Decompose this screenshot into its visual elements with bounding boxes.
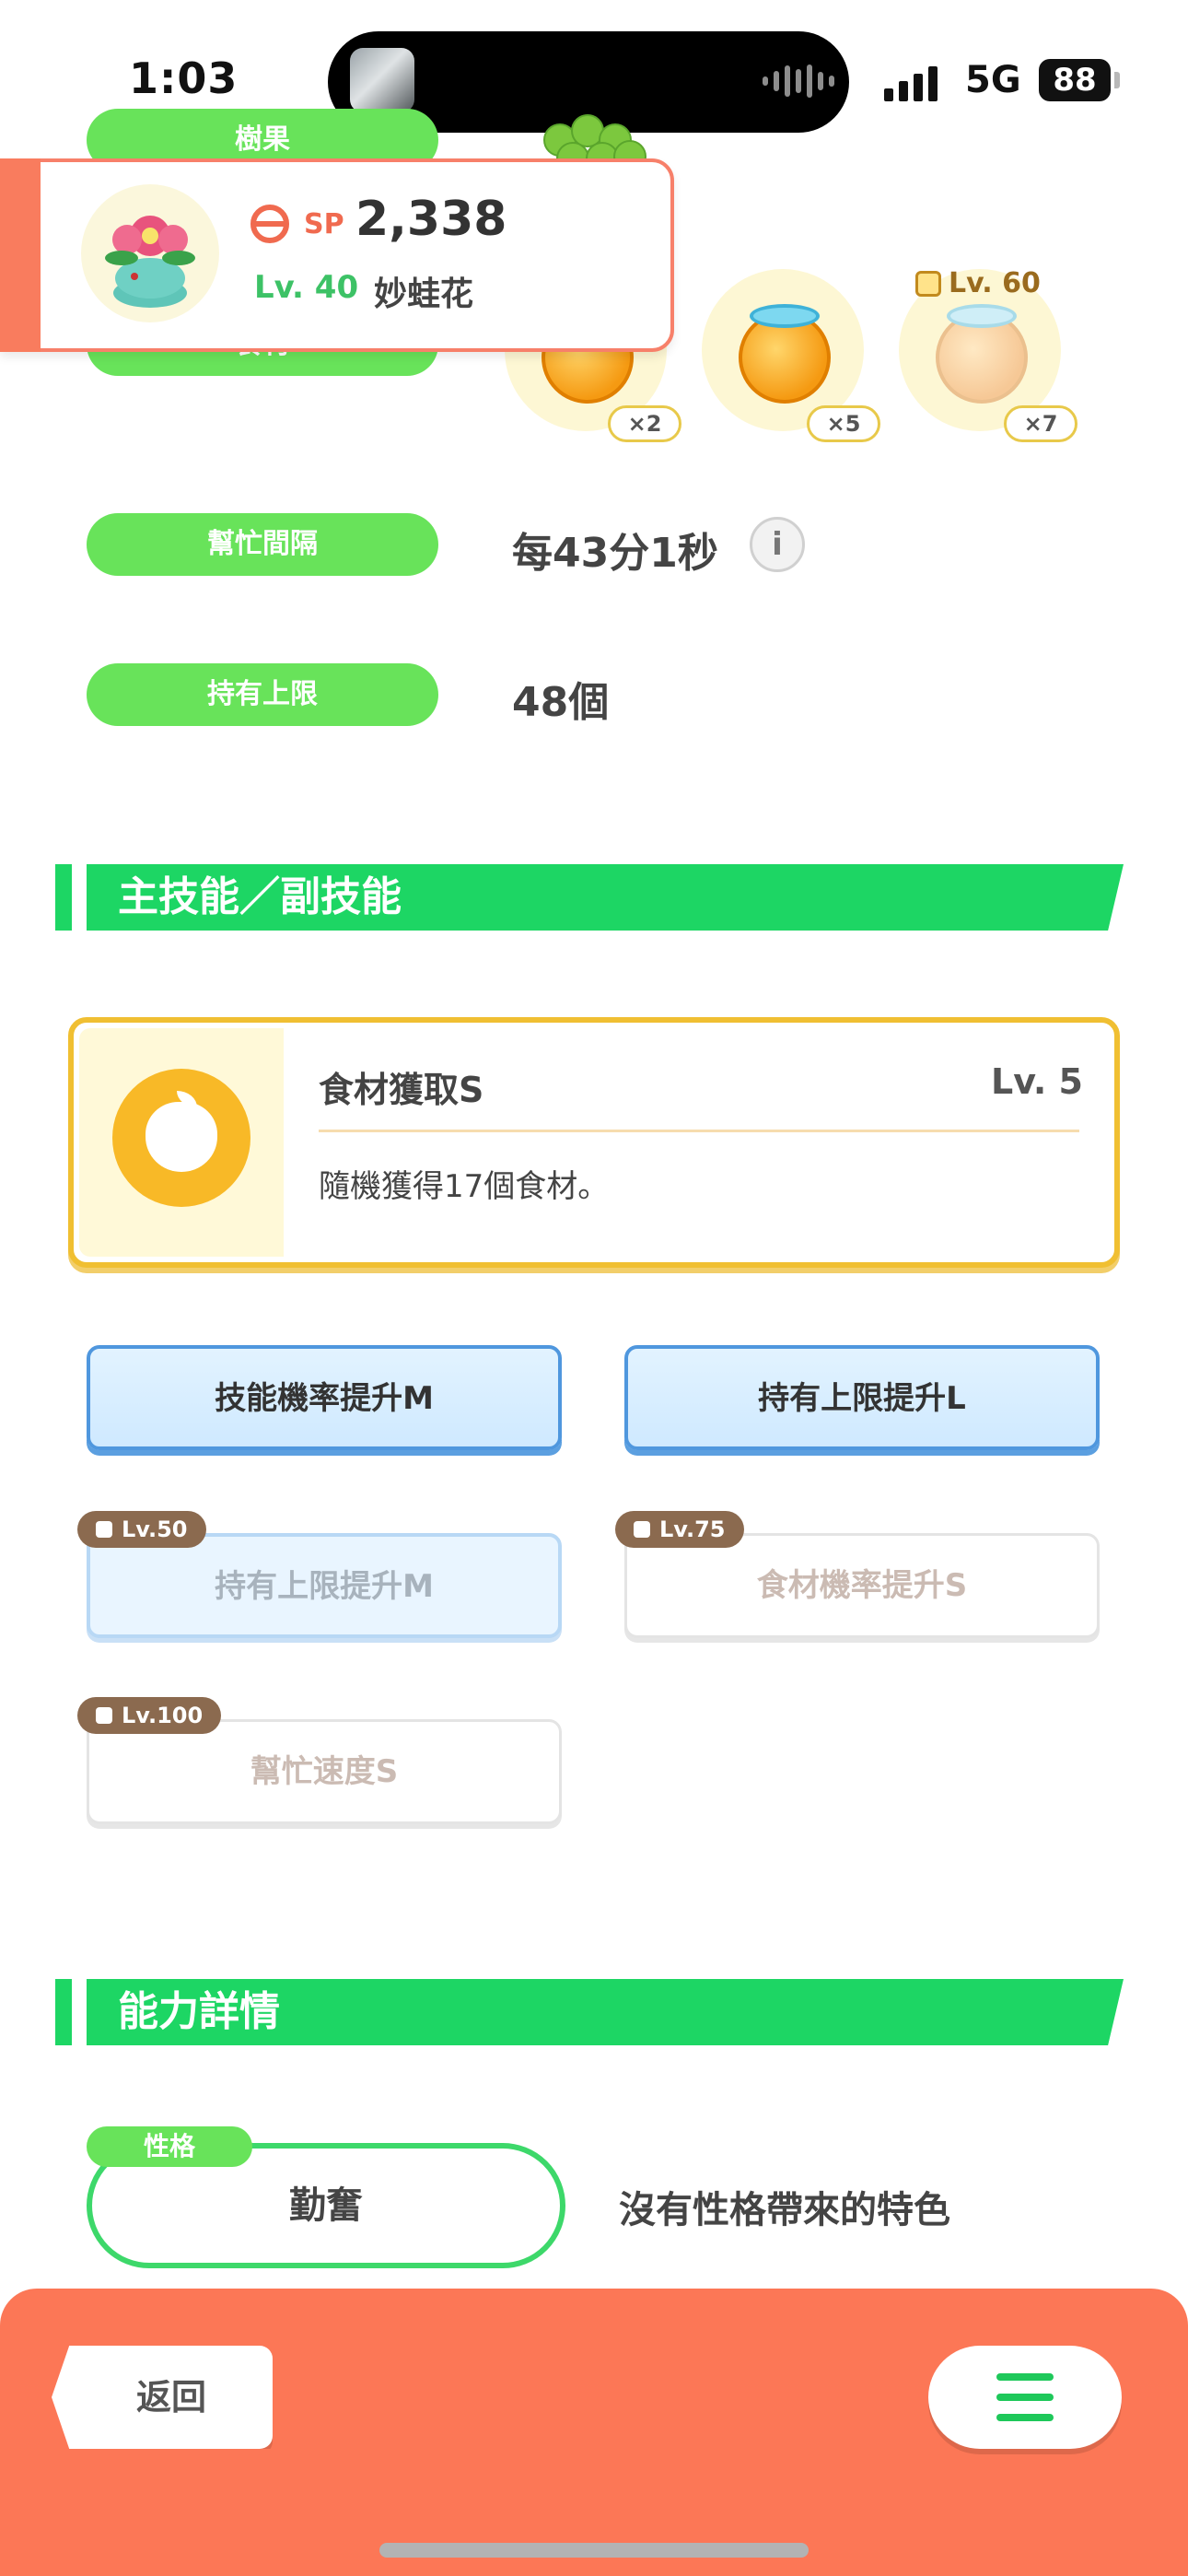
lock-level: Lv.75	[659, 1516, 726, 1542]
nature-label: 性格	[87, 2126, 252, 2167]
apple-icon	[146, 1102, 217, 1172]
back-button[interactable]: 返回	[52, 2346, 273, 2449]
help-interval-value: 每43分1秒	[512, 530, 718, 577]
sub-skill-4-lock-tag: Lv.75	[615, 1511, 744, 1548]
sub-skill-5-lock-tag: Lv.100	[77, 1697, 222, 1734]
section-bar-accent	[55, 1979, 72, 2045]
ingredient-qty-3: ×7	[1004, 405, 1077, 442]
main-skill-name: 食材獲取S	[319, 1070, 484, 1110]
ingredient-lock-badge: Lv. 60	[915, 267, 1041, 299]
pokemon-name: 妙蛙花	[374, 275, 474, 313]
card-accent-stripe	[0, 158, 41, 352]
section-bar-accent	[55, 864, 72, 931]
lock-icon	[96, 1707, 112, 1724]
lock-icon	[96, 1521, 112, 1538]
help-interval-label: 幫忙間隔	[87, 513, 438, 576]
now-playing-thumbnail[interactable]	[350, 48, 414, 112]
menu-button[interactable]	[928, 2346, 1122, 2449]
pokemon-level: Lv. 40	[254, 269, 359, 306]
skills-section-title: 主技能／副技能	[118, 873, 402, 920]
home-indicator[interactable]	[379, 2543, 809, 2558]
lock-icon	[915, 270, 941, 297]
sp-ball-icon	[250, 205, 289, 243]
pokemon-avatar	[81, 184, 219, 322]
sub-skill-4[interactable]: 食材機率提升S	[624, 1533, 1100, 1638]
lock-level: Lv.50	[122, 1516, 188, 1542]
sp-label: SP	[304, 208, 344, 240]
sub-skill-1[interactable]: 技能機率提升M	[87, 1345, 562, 1450]
lock-icon	[634, 1521, 650, 1538]
lock-level: Lv.100	[122, 1703, 204, 1728]
main-skill-description: 隨機獲得17個食材。	[319, 1168, 610, 1205]
carry-limit-label: 持有上限	[87, 663, 438, 726]
battery-icon: 88	[1039, 59, 1111, 101]
cellular-signal-icon	[884, 66, 938, 101]
honey-lid	[750, 304, 820, 328]
nature-description: 沒有性格帶來的特色	[619, 2189, 950, 2231]
sub-skill-5[interactable]: 幫忙速度S	[87, 1719, 562, 1824]
info-icon[interactable]: i	[750, 517, 805, 572]
carry-limit-value: 48個	[512, 679, 610, 726]
sub-skill-3[interactable]: 持有上限提升M	[87, 1533, 562, 1638]
sub-skill-3-lock-tag: Lv.50	[77, 1511, 206, 1548]
skill-divider	[319, 1130, 1079, 1132]
ingredient-qty-1: ×2	[608, 405, 681, 442]
audio-waveform-icon	[763, 64, 834, 98]
hamburger-icon	[996, 2373, 1054, 2421]
honey-lid	[947, 304, 1017, 328]
sp-value: 2,338	[355, 192, 507, 247]
ingredient-qty-2: ×5	[807, 405, 880, 442]
status-time: 1:03	[129, 53, 239, 103]
main-skill-level: Lv. 5	[991, 1061, 1083, 1102]
lock-level: Lv. 60	[949, 267, 1041, 299]
battery-tip	[1114, 72, 1120, 88]
sub-skill-2[interactable]: 持有上限提升L	[624, 1345, 1100, 1450]
ability-section-title: 能力詳情	[118, 1988, 280, 2035]
network-type: 5G	[965, 59, 1021, 101]
